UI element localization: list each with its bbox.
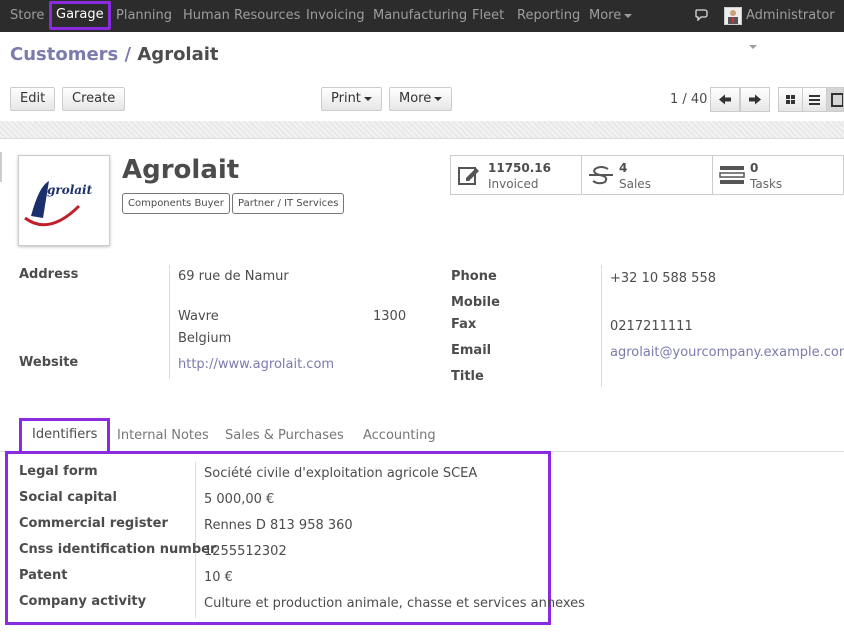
email-link[interactable]: agrolait@yourcompany.example.com <box>610 345 844 360</box>
commercial-register-label: Commercial register <box>19 516 168 531</box>
sheet-background <box>0 121 844 139</box>
arrow-right-icon <box>749 94 761 105</box>
menu-more[interactable]: More <box>589 0 633 32</box>
tasks-value: 0 <box>750 161 759 175</box>
breadcrumb: Customers / Agrolait <box>10 44 219 65</box>
phone-label: Phone <box>451 269 497 284</box>
invoice-icon <box>458 167 479 185</box>
divider <box>0 138 844 139</box>
field-separator <box>169 265 170 379</box>
legal-form-value: Société civile d'exploitation agricole S… <box>204 466 478 481</box>
cnss-label: Cnss identification number <box>19 542 217 557</box>
list-icon <box>809 95 820 105</box>
top-navbar: Store Garage Planning Human Resources In… <box>0 0 844 49</box>
create-button[interactable]: Create <box>62 87 126 111</box>
tab-identifiers[interactable]: Identifiers <box>19 418 111 452</box>
pager-previous-button[interactable] <box>710 87 740 112</box>
patent-value: 10 € <box>204 570 233 585</box>
city-value: Wavre <box>178 309 219 324</box>
cnss-value: 1255512302 <box>204 544 287 559</box>
breadcrumb-customers[interactable]: Customers <box>10 44 118 65</box>
commercial-register-value: Rennes D 813 958 360 <box>204 518 353 533</box>
chevron-down-icon <box>434 96 443 101</box>
country-value: Belgium <box>178 331 232 346</box>
invoiced-value: 11750.16 <box>488 161 552 175</box>
fax-label: Fax <box>451 317 477 332</box>
arrow-left-icon <box>719 94 731 105</box>
patent-label: Patent <box>19 568 68 583</box>
field-separator <box>601 265 602 387</box>
breadcrumb-separator: / <box>118 44 138 65</box>
avatar[interactable] <box>724 7 742 25</box>
website-label: Website <box>19 355 79 370</box>
tab-internal-notes[interactable]: Internal Notes <box>107 420 219 452</box>
menu-garage[interactable]: Garage <box>49 1 111 30</box>
partner-logo[interactable]: grolait <box>18 155 110 246</box>
email-label: Email <box>451 343 492 358</box>
company-activity-value: Culture et production animale, chasse et… <box>204 596 585 611</box>
website-link[interactable]: http://www.agrolait.com <box>178 357 334 372</box>
tag-partner-it-services[interactable]: Partner / IT Services <box>232 193 345 214</box>
field-separator <box>195 462 196 618</box>
print-button[interactable]: Print <box>321 87 382 111</box>
logo-text: grolait <box>47 183 93 197</box>
menu-fleet[interactable]: Fleet <box>472 0 504 32</box>
partner-name: Agrolait <box>122 155 240 185</box>
legal-form-label: Legal form <box>19 464 98 479</box>
menu-planning[interactable]: Planning <box>116 0 172 32</box>
pager-value: 1 / 40 <box>670 92 708 107</box>
sales-icon <box>589 166 613 185</box>
zip-value: 1300 <box>373 309 407 324</box>
user-name: Administrator <box>746 8 835 23</box>
kanban-view-button[interactable] <box>778 87 803 112</box>
phone-value: +32 10 588 558 <box>610 271 716 286</box>
pager-next-button[interactable] <box>740 87 770 112</box>
sales-value: 4 <box>619 161 628 175</box>
form-view-button[interactable] <box>826 87 844 112</box>
chevron-down-icon <box>749 44 757 49</box>
street-value: 69 rue de Namur <box>178 269 289 284</box>
grid-icon <box>786 95 795 104</box>
tag-components-buyer[interactable]: Components Buyer <box>122 193 230 214</box>
more-label: More <box>399 91 432 106</box>
fax-value: 0217211111 <box>610 319 693 334</box>
print-label: Print <box>331 91 361 106</box>
address-label: Address <box>19 267 79 282</box>
list-view-button[interactable] <box>802 87 827 112</box>
sales-stat-button[interactable]: 4 Sales <box>581 155 713 195</box>
menu-more-label: More <box>589 8 622 23</box>
menu-store[interactable]: Store <box>10 0 44 32</box>
menu-human-resources[interactable]: Human Resources <box>183 0 300 32</box>
tab-accounting[interactable]: Accounting <box>353 420 446 452</box>
tasks-icon <box>719 166 745 184</box>
chat-icon[interactable] <box>695 9 709 21</box>
tasks-label: Tasks <box>750 177 783 191</box>
title-label: Title <box>451 369 484 384</box>
form-icon <box>831 93 844 107</box>
sales-label: Sales <box>619 177 651 191</box>
user-menu[interactable]: Administrator <box>746 0 844 62</box>
agrolait-logo-image: grolait <box>24 181 93 227</box>
tasks-stat-button[interactable]: 0 Tasks <box>712 155 844 195</box>
chevron-down-icon <box>363 96 372 101</box>
sheet-edge <box>0 152 2 182</box>
chevron-down-icon <box>624 13 633 18</box>
menu-reporting[interactable]: Reporting <box>517 0 580 32</box>
company-activity-label: Company activity <box>19 594 147 609</box>
social-capital-value: 5 000,00 € <box>204 492 275 507</box>
invoiced-label: Invoiced <box>488 177 539 191</box>
edit-button[interactable]: Edit <box>10 87 56 111</box>
social-capital-label: Social capital <box>19 490 117 505</box>
tab-sales-purchases[interactable]: Sales & Purchases <box>215 420 354 452</box>
more-button[interactable]: More <box>389 87 453 111</box>
mobile-label: Mobile <box>451 295 500 310</box>
menu-invoicing[interactable]: Invoicing <box>306 0 365 32</box>
menu-manufacturing[interactable]: Manufacturing <box>373 0 467 32</box>
breadcrumb-current: Agrolait <box>137 44 219 65</box>
invoiced-stat-button[interactable]: 11750.16 Invoiced <box>450 155 582 195</box>
